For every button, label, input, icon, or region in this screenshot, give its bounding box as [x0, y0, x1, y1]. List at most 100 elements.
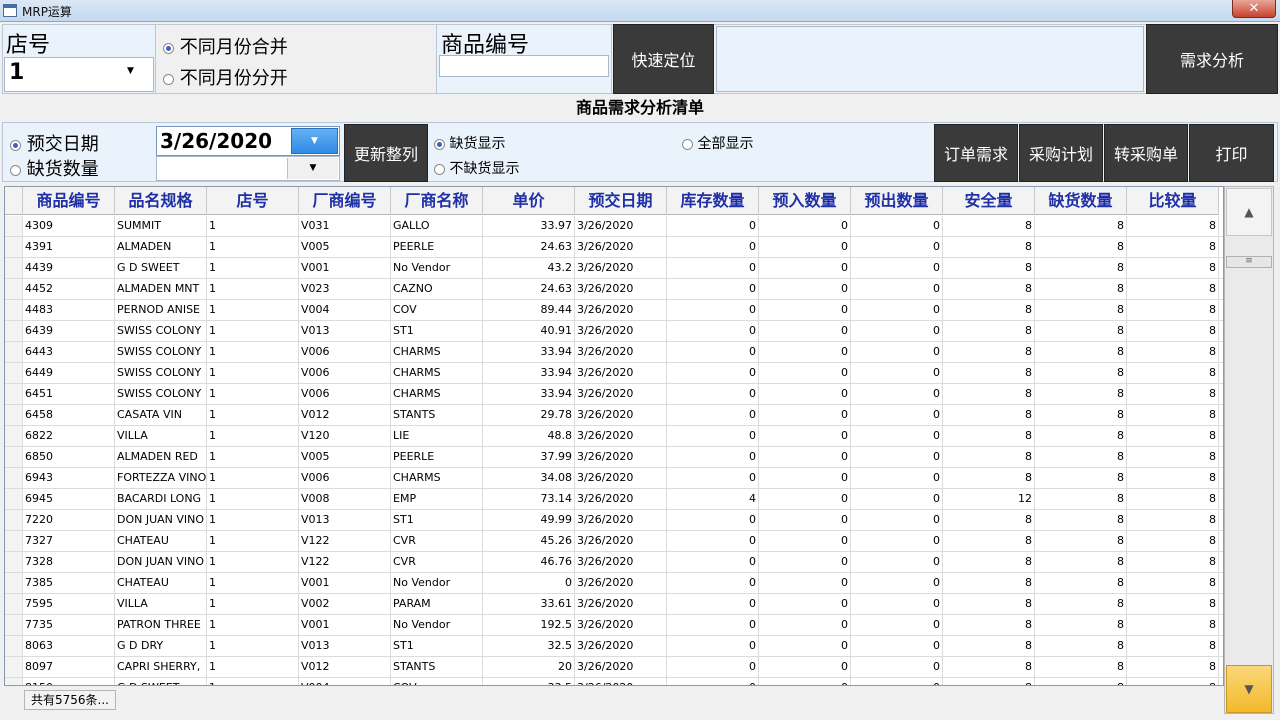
row-selector[interactable] — [5, 384, 23, 404]
column-header[interactable]: 厂商编号 — [299, 187, 391, 215]
table-row[interactable]: 8063 G D DRY 1 V013 ST1 32.5 3/26/2020 0 0 0 8 8 8 — [5, 636, 1223, 657]
scroll-thumb[interactable]: ≡ — [1226, 256, 1272, 268]
merge-radio[interactable]: 不同月份合并 — [163, 33, 288, 59]
date-radio-dot — [10, 139, 21, 151]
table-cell: 8 — [943, 468, 1035, 488]
table-row[interactable]: 6943 FORTEZZA VINO 1 V006 CHARMS 34.08 3/26/20… — [5, 468, 1223, 489]
column-header[interactable]: 预入数量 — [759, 187, 851, 215]
row-selector[interactable] — [5, 405, 23, 425]
close-button[interactable]: ✕ — [1232, 0, 1276, 18]
row-selector[interactable] — [5, 552, 23, 572]
column-header[interactable]: 预出数量 — [851, 187, 943, 215]
table-row[interactable]: 8097 CAPRI SHERRY, 1 V012 STANTS 20 3/26/2020 0… — [5, 657, 1223, 678]
table-row[interactable]: 4452 ALMADEN MNT 1 V023 CAZNO 24.63 3/26/2020 0… — [5, 279, 1223, 300]
row-selector[interactable] — [5, 489, 23, 509]
demand-analysis-button[interactable]: 需求分析 — [1146, 24, 1278, 94]
mrp-window: MRP运算 ✕ 店号 1 ▼ 不同月份合并 不同月份分开 商品编号 快速定位 需… — [0, 0, 1280, 720]
row-selector[interactable] — [5, 594, 23, 614]
product-input[interactable] — [439, 55, 609, 77]
column-header[interactable]: 比较量 — [1127, 187, 1219, 215]
vertical-scrollbar[interactable]: ▲ ≡ ▼ — [1224, 186, 1274, 714]
table-row[interactable]: 4439 G D SWEET 1 V001 No Vendor 43.2 3/26/2020… — [5, 258, 1223, 279]
column-header[interactable]: 店号 — [207, 187, 299, 215]
purchase-plan-button[interactable]: 采购计划 — [1019, 124, 1103, 182]
table-row[interactable]: 7595 VILLA 1 V002 PARAM 33.61 3/26/2020 0 0 0 8 8 8 — [5, 594, 1223, 615]
table-row[interactable]: 6451 SWISS COLONY 1 V006 CHARMS 33.94 3/26/202… — [5, 384, 1223, 405]
column-header[interactable]: 安全量 — [943, 187, 1035, 215]
table-row[interactable]: 6822 VILLA 1 V120 LIE 48.8 3/26/2020 0 0 0 8 8 8 — [5, 426, 1223, 447]
date-option-radio[interactable]: 预交日期 — [10, 130, 99, 156]
table-row[interactable]: 6458 CASATA VIN 1 V012 STANTS 29.78 3/26/2020 0… — [5, 405, 1223, 426]
table-cell: 3/26/2020 — [575, 216, 667, 236]
row-selector[interactable] — [5, 636, 23, 656]
refresh-columns-button[interactable]: 更新整列 — [344, 124, 428, 182]
row-selector[interactable] — [5, 216, 23, 236]
search-result-box[interactable] — [716, 26, 1144, 92]
table-row[interactable]: 7327 CHATEAU 1 V122 CVR 45.26 3/26/2020 0 0 0 8 8 8 — [5, 531, 1223, 552]
scroll-down-icon[interactable]: ▼ — [1226, 665, 1272, 713]
row-selector[interactable] — [5, 321, 23, 341]
table-cell: 8 — [1035, 237, 1127, 257]
record-count-button[interactable]: 共有5756条... — [24, 690, 116, 710]
column-header[interactable]: 预交日期 — [575, 187, 667, 215]
row-selector[interactable] — [5, 468, 23, 488]
row-selector[interactable] — [5, 342, 23, 362]
column-header[interactable]: 库存数量 — [667, 187, 759, 215]
table-row[interactable]: 6945 BACARDI LONG 1 V008 EMP 73.14 3/26/2020 4 0… — [5, 489, 1223, 510]
table-row[interactable]: 4309 SUMMIT 1 V031 GALLO 33.97 3/26/2020 0 0 0 8 8 8 — [5, 216, 1223, 237]
scroll-up-icon[interactable]: ▲ — [1226, 188, 1272, 236]
row-selector[interactable] — [5, 657, 23, 677]
row-selector[interactable] — [5, 363, 23, 383]
column-header[interactable]: 商品编号 — [23, 187, 115, 215]
table-cell: 0 — [667, 615, 759, 635]
column-header[interactable]: 厂商名称 — [391, 187, 483, 215]
secondary-select[interactable]: ▼ — [156, 156, 340, 181]
table-cell: G D DRY — [115, 636, 207, 656]
row-selector[interactable] — [5, 531, 23, 551]
table-cell: 0 — [851, 426, 943, 446]
row-selector[interactable] — [5, 279, 23, 299]
table-cell: 0 — [851, 636, 943, 656]
row-selector[interactable] — [5, 615, 23, 635]
convert-purchase-button[interactable]: 转采购单 — [1104, 124, 1188, 182]
column-header[interactable]: 品名规格 — [115, 187, 207, 215]
order-demand-button[interactable]: 订单需求 — [934, 124, 1018, 182]
table-row[interactable]: 6449 SWISS COLONY 1 V006 CHARMS 33.94 3/26/202… — [5, 363, 1223, 384]
store-select[interactable]: 1 ▼ — [4, 57, 154, 92]
table-row[interactable]: 7735 PATRON THREE 1 V001 No Vendor 192.5 3/26/… — [5, 615, 1223, 636]
table-row[interactable]: 6850 ALMADEN RED 1 V005 PEERLE 37.99 3/26/2020… — [5, 447, 1223, 468]
print-button[interactable]: 打印 — [1189, 124, 1274, 182]
table-cell: 8 — [1127, 321, 1219, 341]
row-selector[interactable] — [5, 237, 23, 257]
show-all-radio[interactable]: 全部显示 — [682, 133, 753, 153]
date-picker[interactable]: 3/26/2020 ▼ — [156, 126, 340, 156]
row-selector[interactable] — [5, 300, 23, 320]
table-row[interactable]: 4391 ALMADEN 1 V005 PEERLE 24.63 3/26/2020 0 0 0 8… — [5, 237, 1223, 258]
row-selector[interactable] — [5, 447, 23, 467]
table-row[interactable]: 7220 DON JUAN VINO 1 V013 ST1 49.99 3/26/2020 0… — [5, 510, 1223, 531]
table-row[interactable]: 4483 PERNOD ANISE 1 V004 COV 89.44 3/26/2020 0 0… — [5, 300, 1223, 321]
shortage-option-radio[interactable]: 缺货数量 — [10, 155, 99, 181]
table-row[interactable]: 6443 SWISS COLONY 1 V006 CHARMS 33.94 3/26/202… — [5, 342, 1223, 363]
column-header[interactable]: 缺货数量 — [1035, 187, 1127, 215]
row-selector[interactable] — [5, 573, 23, 593]
show-no-shortage-radio[interactable]: 不缺货显示 — [434, 158, 519, 178]
split-radio[interactable]: 不同月份分开 — [163, 64, 288, 90]
table-cell: 1 — [207, 279, 299, 299]
calendar-dropdown-icon[interactable]: ▼ — [291, 128, 338, 154]
table-cell: 8 — [1035, 384, 1127, 404]
quick-locate-button[interactable]: 快速定位 — [613, 24, 714, 94]
table-row[interactable]: 8150G D SWEET1V004COV33.53/26/2020000888 — [5, 678, 1223, 685]
table-cell: 0 — [851, 594, 943, 614]
column-header[interactable]: 单价 — [483, 187, 575, 215]
demand-table[interactable]: 商品编号 品名规格 店号 厂商编号 厂商名称 单价 预交日期 库存数量 预入数量 预出数量 安全量缺… — [4, 186, 1224, 686]
row-selector[interactable] — [5, 258, 23, 278]
show-shortage-radio[interactable]: 缺货显示 — [434, 133, 505, 153]
row-selector[interactable] — [5, 678, 23, 685]
row-selector[interactable] — [5, 426, 23, 446]
table-row[interactable]: 7385 CHATEAU 1 V001 No Vendor 0 3/26/2020 0 0 0 8 8… — [5, 573, 1223, 594]
table-cell: 0 — [667, 237, 759, 257]
table-row[interactable]: 6439 SWISS COLONY 1 V013 ST1 40.91 3/26/2020 0 0… — [5, 321, 1223, 342]
table-row[interactable]: 7328 DON JUAN VINO 1 V122 CVR 46.76 3/26/2020 0… — [5, 552, 1223, 573]
row-selector[interactable] — [5, 510, 23, 530]
